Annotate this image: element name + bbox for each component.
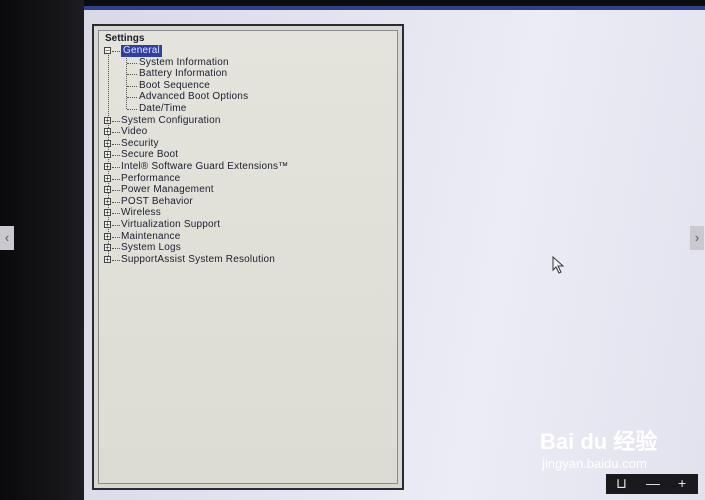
fit-icon[interactable]: ⊔: [616, 475, 627, 492]
tree-subitem[interactable]: Advanced Boot Options: [99, 91, 389, 103]
tree-connector: [112, 132, 120, 134]
tree-item-category[interactable]: + Intel® Software Guard Extensions™: [99, 161, 389, 173]
tree-connector: [127, 74, 137, 76]
mouse-cursor-icon: [552, 256, 565, 274]
tree-subitem[interactable]: Battery Information: [99, 68, 389, 80]
tree-item-label: Power Management: [121, 184, 214, 196]
viewer-toolbar: ⊔ — +: [606, 474, 698, 494]
tree-item-label: SupportAssist System Resolution: [121, 253, 276, 265]
baidu-watermark: Bai du 经验 jingyan.baidu.com: [538, 424, 668, 474]
tree-item-category[interactable]: + Performance: [99, 173, 389, 185]
zoom-out-icon[interactable]: —: [646, 475, 660, 491]
tree-item-label: Intel® Software Guard Extensions™: [121, 161, 289, 172]
tree-item-general[interactable]: − General: [99, 45, 389, 57]
tree-item-label: Battery Information: [139, 68, 228, 80]
tree-item-label: System Information: [139, 56, 229, 68]
expand-icon[interactable]: +: [104, 116, 111, 124]
settings-panel: Settings − General System Information Batte…: [92, 24, 404, 490]
tree-item-label: Date/Time: [139, 103, 187, 114]
tree-connector: [112, 143, 120, 145]
tree-connector: [127, 109, 137, 110]
tree-connector: [112, 248, 120, 250]
expand-icon[interactable]: +: [104, 174, 111, 182]
expand-icon[interactable]: +: [104, 244, 111, 252]
tree-connector: [112, 51, 120, 52]
prev-image-button[interactable]: ‹: [0, 226, 14, 250]
tree-connector: [112, 236, 120, 238]
tree-subitem[interactable]: Boot Sequence: [99, 80, 389, 92]
watermark-url: jingyan.baidu.com: [542, 456, 647, 471]
expand-icon[interactable]: +: [104, 186, 111, 194]
zoom-in-icon[interactable]: +: [678, 475, 686, 491]
expand-icon[interactable]: +: [104, 197, 111, 205]
tree-subitem[interactable]: Date/Time: [99, 103, 389, 115]
tree-item-category[interactable]: + System Logs: [99, 242, 389, 254]
expand-icon[interactable]: +: [104, 255, 111, 263]
tree-item-label: Wireless: [121, 207, 161, 219]
tree-item-label: Maintenance: [121, 230, 181, 242]
tree-connector: [112, 120, 120, 122]
expand-icon[interactable]: +: [104, 232, 111, 240]
tree-connector: [127, 97, 137, 99]
tree-item-category[interactable]: + Video: [99, 126, 389, 138]
tree-item-category[interactable]: + POST Behavior: [99, 196, 389, 208]
tree-item-label: POST Behavior: [121, 195, 193, 207]
tree-item-label: Performance: [121, 172, 181, 184]
expand-icon[interactable]: +: [104, 163, 111, 171]
tree-connector: [112, 225, 120, 226]
tree-connector: [112, 167, 120, 168]
tree-item-label: Security: [121, 137, 159, 149]
expand-icon[interactable]: +: [104, 128, 111, 136]
tree-connector: [112, 213, 120, 215]
watermark-logo: Bai du 经验: [540, 429, 658, 454]
tree-item-category[interactable]: + Maintenance: [99, 231, 389, 243]
tree-item-category[interactable]: + Wireless: [99, 207, 389, 219]
tree-item-label: Advanced Boot Options: [139, 91, 249, 103]
expand-icon[interactable]: +: [104, 209, 111, 217]
tree-connector: [112, 178, 120, 180]
tree-item-category[interactable]: + Secure Boot: [99, 149, 389, 161]
expand-icon[interactable]: +: [104, 151, 111, 159]
tree-connector: [127, 62, 137, 64]
tree-item-category[interactable]: + Virtualization Support: [99, 219, 389, 231]
expand-icon[interactable]: +: [104, 139, 111, 147]
tree-item-category[interactable]: + System Configuration: [99, 115, 389, 127]
expand-icon[interactable]: +: [104, 221, 111, 229]
tree-item-label: System Logs: [121, 242, 182, 254]
settings-tree: − General System Information Battery Inform…: [99, 31, 397, 483]
tree-item-label: Virtualization Support: [121, 219, 221, 230]
tree-item-label: Boot Sequence: [139, 79, 210, 91]
tree-connector: [112, 201, 120, 203]
tree-item-label: General: [121, 45, 162, 57]
tree-item-label: Secure Boot: [121, 149, 179, 161]
tree-connector: [112, 259, 120, 261]
tree-connector: [112, 190, 120, 192]
settings-tree-area: Settings − General System Information Batte…: [98, 30, 398, 484]
screen-top-bar: [84, 6, 705, 10]
tree-item-category[interactable]: + SupportAssist System Resolution: [99, 254, 389, 266]
tree-item-category[interactable]: + Security: [99, 138, 389, 150]
next-image-button[interactable]: ›: [690, 226, 704, 250]
tree-item-label: Video: [121, 126, 148, 138]
tree-subitem[interactable]: System Information: [99, 57, 389, 69]
tree-item-category[interactable]: + Power Management: [99, 184, 389, 196]
tree-item-label: System Configuration: [121, 114, 221, 126]
tree-connector: [127, 85, 137, 87]
tree-connector: [112, 155, 120, 157]
monitor-bezel-left: [0, 0, 84, 500]
